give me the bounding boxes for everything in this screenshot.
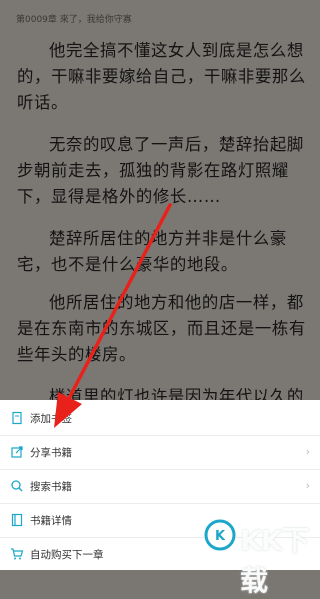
share-icon — [11, 446, 23, 458]
paragraph: 他所居住的地方和他的店一样，都是在东南市的东城区，而且还是一栋有些年头的楼房。 — [17, 293, 306, 364]
menu-item-label: 自动购买下一章 — [30, 549, 104, 561]
chapter-header: 第0009章 來了，我给你守寡 — [16, 15, 132, 25]
chevron-right-icon: › — [305, 479, 310, 492]
paragraph: 无奈的叹息了一声后，楚辞抬起脚步朝前走去，孤独的背影在路灯照耀下，显得是格外的修… — [17, 135, 304, 206]
book-action-menu: 添加书签 分享书籍 › 搜索书籍 › 书籍详情 自动购买下一章 — [0, 400, 320, 570]
bookmark-icon — [12, 411, 22, 425]
chevron-right-icon: › — [305, 445, 310, 458]
menu-item-label: 搜索书籍 — [30, 481, 72, 493]
paragraph: 楚辞所居住的地方并非是什么豪宅，也不是什么豪华的地段。 — [17, 229, 287, 274]
share-book-item[interactable]: 分享书籍 › — [0, 436, 320, 470]
paragraph: 他完全搞不懂这女人到底是怎么想的，干嘛非要嫁给自己，干嘛非要那么听话。 — [17, 41, 306, 112]
paragraph: 楼道里的灯也许是因为年代以久的缘 — [49, 387, 304, 400]
cart-icon — [11, 548, 24, 560]
book-details-item[interactable]: 书籍详情 — [0, 504, 320, 538]
reader-page[interactable]: 第0009章 來了，我给你守寡 他完全搞不懂这女人到底是怎么想的，干嘛非要嫁给自… — [0, 0, 320, 400]
search-icon — [11, 480, 23, 492]
search-book-item[interactable]: 搜索书籍 › — [0, 470, 320, 504]
auto-buy-next-chapter-item[interactable]: 自动购买下一章 — [0, 538, 320, 572]
menu-item-label: 添加书签 — [30, 413, 72, 425]
book-details-icon — [11, 513, 23, 527]
menu-item-label: 分享书籍 — [30, 447, 72, 459]
menu-item-label: 书籍详情 — [30, 515, 72, 527]
add-bookmark-item[interactable]: 添加书签 — [0, 402, 320, 436]
